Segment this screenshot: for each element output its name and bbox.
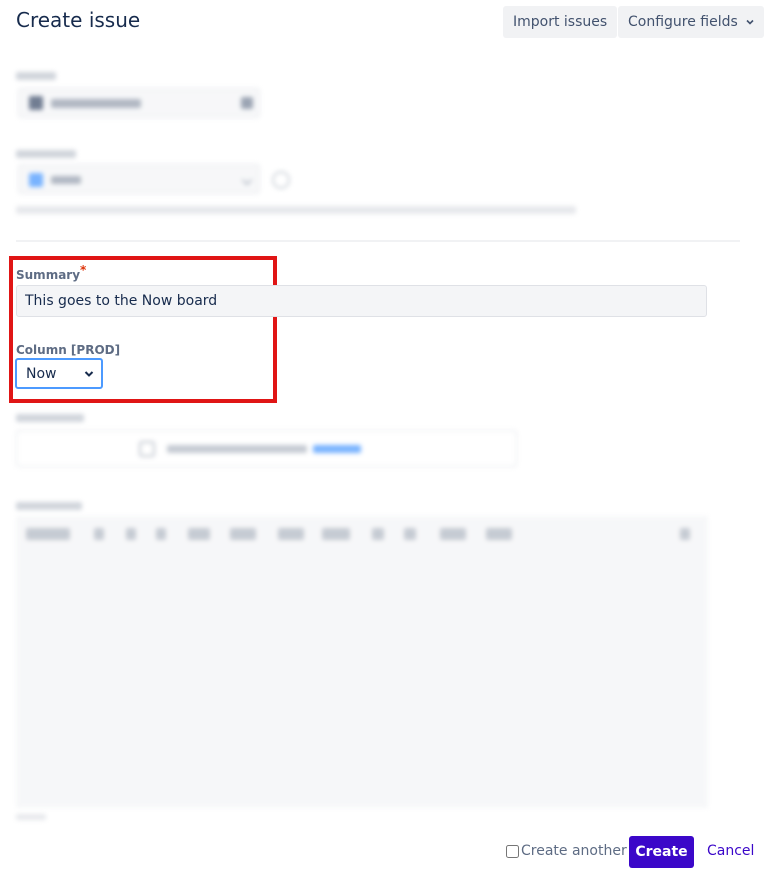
bullet-list-icon[interactable]	[372, 528, 384, 540]
description-editor[interactable]	[16, 554, 708, 808]
attachment-label	[16, 414, 84, 422]
import-issues-button[interactable]: Import issues	[503, 6, 618, 38]
issue-type-select[interactable]	[18, 164, 260, 194]
column-selected-value: Now	[26, 365, 57, 382]
description-label	[16, 502, 82, 510]
required-marker: *	[80, 263, 87, 277]
insert-icon[interactable]	[440, 528, 466, 540]
project-label	[16, 72, 56, 80]
issue-type-hint	[16, 206, 576, 214]
collapse-icon[interactable]	[680, 528, 690, 540]
attachment-dropzone[interactable]	[16, 430, 517, 467]
more-formatting-icon[interactable]	[230, 528, 256, 540]
project-avatar-icon	[29, 96, 43, 110]
underline-icon[interactable]	[156, 528, 166, 540]
help-icon[interactable]	[272, 171, 290, 189]
task-icon	[29, 173, 43, 187]
cancel-link[interactable]: Cancel	[707, 843, 754, 859]
configure-fields-button[interactable]: Configure fields	[618, 6, 764, 38]
create-another-checkbox[interactable]	[506, 844, 519, 858]
chevron-down-icon	[241, 174, 253, 186]
italic-icon[interactable]	[126, 528, 136, 540]
summary-input[interactable]	[16, 285, 707, 317]
style-dropdown[interactable]	[26, 528, 70, 540]
dropdown-icon	[241, 97, 253, 109]
more-icon[interactable]	[486, 528, 512, 540]
chevron-down-icon	[84, 370, 94, 377]
chevron-down-icon	[746, 19, 754, 25]
browse-link[interactable]	[313, 445, 361, 453]
numbered-list-icon[interactable]	[404, 528, 416, 540]
table-icon[interactable]	[322, 528, 350, 540]
upload-icon	[139, 441, 155, 457]
summary-label: Summary*	[16, 263, 87, 282]
create-another-label: Create another	[521, 843, 627, 859]
configure-fields-label: Configure fields	[628, 14, 738, 30]
editor-toolbar	[16, 516, 708, 555]
issue-type-label	[16, 150, 76, 158]
column-label: Column [PROD]	[16, 343, 121, 357]
text-color-icon[interactable]	[188, 528, 210, 540]
create-another-option[interactable]: Create another	[506, 843, 627, 859]
dialog-title: Create issue	[16, 8, 141, 32]
link-icon[interactable]	[278, 528, 304, 540]
column-select[interactable]: Now	[15, 358, 103, 389]
project-select[interactable]	[18, 88, 260, 118]
editor-mode-switch[interactable]	[16, 814, 46, 820]
create-button[interactable]: Create	[629, 836, 694, 868]
bold-icon[interactable]	[94, 528, 104, 540]
section-divider	[16, 240, 740, 242]
